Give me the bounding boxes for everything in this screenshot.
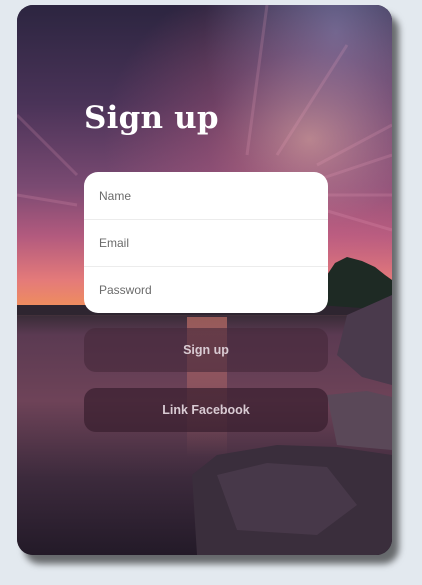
name-field[interactable] [84,172,328,219]
email-field[interactable] [84,219,328,266]
signup-card: Sign up Sign up Link Facebook [17,5,392,555]
signup-form [84,172,328,313]
link-facebook-button[interactable]: Link Facebook [84,388,328,432]
password-field[interactable] [84,266,328,313]
page-title: Sign up [84,100,219,136]
signup-button[interactable]: Sign up [84,328,328,372]
